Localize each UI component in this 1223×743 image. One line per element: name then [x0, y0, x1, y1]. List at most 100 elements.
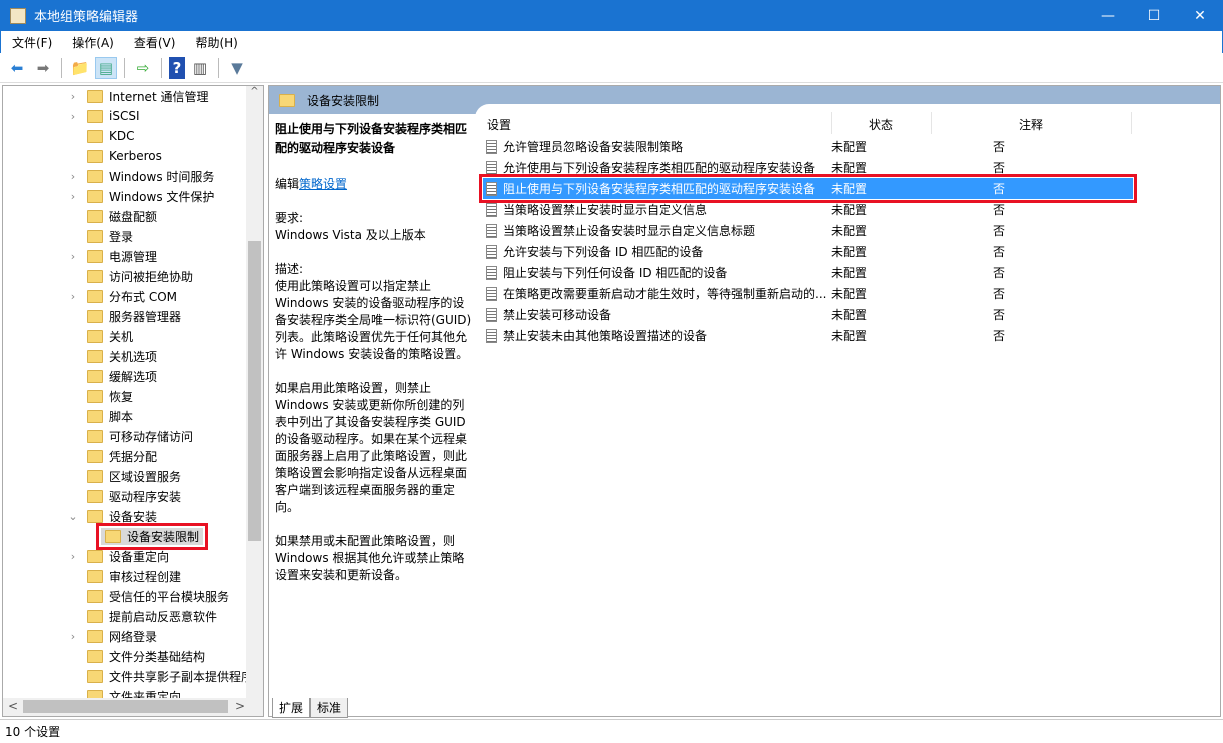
chevron-right-icon[interactable]: ›	[67, 290, 79, 303]
chevron-right-icon[interactable]: ›	[67, 110, 79, 123]
filter-icon[interactable]: ▼	[226, 57, 248, 79]
edit-label: 编辑	[275, 177, 300, 191]
back-icon[interactable]: ⬅	[6, 57, 28, 79]
chevron-down-icon[interactable]: ⌄	[67, 510, 79, 523]
tree-item[interactable]: 文件共享影子副本提供程序	[69, 666, 247, 686]
setting-name: 当策略设置禁止安装时显示自定义信息	[503, 203, 708, 217]
tree-item[interactable]: 访问被拒绝协助	[69, 266, 193, 286]
scrollbar-thumb[interactable]	[23, 700, 228, 713]
list-item[interactable]: 阻止安装与下列任何设备 ID 相匹配的设备 未配置 否	[483, 262, 1133, 283]
list-item[interactable]: 在策略更改需要重新启动才能生效时，等待强制重新启动的... 未配置 否	[483, 283, 1133, 304]
folder-icon	[87, 409, 103, 423]
tree-item-label: 凭据分配	[109, 449, 158, 464]
tree-item[interactable]: 文件夹重定向	[69, 686, 181, 698]
menu-action[interactable]: 操作(A)	[61, 34, 123, 51]
policy-setting-icon	[486, 307, 497, 322]
tree-item[interactable]: 提前启动反恶意软件	[69, 606, 217, 626]
tree-item[interactable]: 可移动存储访问	[69, 426, 193, 446]
close-button[interactable]: ✕	[1177, 0, 1223, 31]
maximize-button[interactable]: ☐	[1131, 0, 1177, 31]
toolbar: ⬅ ➡ 📁 ▤ ⇨ ? ▥ ▼	[0, 53, 1223, 83]
folder-icon	[87, 249, 103, 263]
tree-item[interactable]: 缓解选项	[69, 366, 157, 386]
tree-item[interactable]: 关机	[69, 326, 133, 346]
tree-item[interactable]: › 电源管理	[69, 246, 157, 266]
menu-view[interactable]: 查看(V)	[123, 34, 185, 51]
tree-item[interactable]: 凭据分配	[69, 446, 157, 466]
tree-item[interactable]: 设备安装限制	[95, 522, 209, 550]
setting-comment: 否	[993, 266, 1006, 280]
minimize-button[interactable]: —	[1085, 0, 1131, 31]
tree-item[interactable]: › Windows 时间服务	[69, 166, 214, 186]
tree-horizontal-scrollbar[interactable]: < >	[3, 698, 263, 716]
list-item[interactable]: 允许安装与下列设备 ID 相匹配的设备 未配置 否	[483, 241, 1133, 262]
column-header-setting[interactable]: 设置	[487, 112, 511, 136]
tree-item-label: 关机选项	[109, 349, 158, 364]
tree-item[interactable]: Kerberos	[69, 146, 162, 166]
chevron-right-icon[interactable]: ›	[67, 190, 79, 203]
chevron-right-icon[interactable]: ›	[67, 550, 79, 563]
description-label: 描述:	[275, 262, 304, 276]
tree-item[interactable]: 关机选项	[69, 346, 157, 366]
tree-item[interactable]: 区域设置服务	[69, 466, 181, 486]
tab-standard[interactable]: 标准	[310, 698, 349, 718]
list-item[interactable]: 禁止安装可移动设备 未配置 否	[483, 304, 1133, 325]
tree-item[interactable]: 审核过程创建	[69, 566, 181, 586]
tree-item[interactable]: 登录	[69, 226, 133, 246]
chevron-right-icon[interactable]: ›	[67, 630, 79, 643]
description-text: 如果启用此策略设置，则禁止 Windows 安装或更新你所创建的列表中列出了其设…	[275, 381, 468, 514]
help-icon[interactable]: ?	[169, 56, 185, 79]
show-hide-tree-icon[interactable]: ▤	[95, 56, 117, 79]
list-item[interactable]: 允许使用与下列设备安装程序类相匹配的驱动程序安装设备 未配置 否	[483, 157, 1133, 178]
column-header-comment[interactable]: 注释	[1019, 112, 1043, 136]
setting-comment: 否	[993, 140, 1006, 154]
tree-vertical-scrollbar[interactable]: ^	[246, 86, 263, 698]
tree-item[interactable]: KDC	[69, 126, 135, 146]
chevron-right-icon[interactable]: ›	[67, 250, 79, 263]
menu-help[interactable]: 帮助(H)	[184, 34, 246, 51]
tree-item[interactable]: › iSCSI	[69, 106, 140, 126]
forward-icon[interactable]: ➡	[32, 57, 54, 79]
tree-item-label: 网络登录	[109, 629, 158, 644]
tree-item[interactable]: 文件分类基础结构	[69, 646, 205, 666]
list-item[interactable]: 当策略设置禁止设备安装时显示自定义信息标题 未配置 否	[483, 220, 1133, 241]
tree-item-label: 可移动存储访问	[109, 429, 194, 444]
setting-state: 未配置	[831, 203, 868, 217]
chevron-right-icon[interactable]: ›	[67, 170, 79, 183]
tree-item[interactable]: › 分布式 COM	[69, 286, 177, 306]
setting-state: 未配置	[831, 140, 868, 154]
tree-item[interactable]: › Windows 文件保护	[69, 186, 214, 206]
tab-extended[interactable]: 扩展	[272, 698, 311, 718]
tree-item[interactable]: ⌄ 设备安装	[67, 506, 157, 526]
up-folder-icon[interactable]: 📁	[69, 57, 91, 79]
setting-name: 允许安装与下列设备 ID 相匹配的设备	[503, 245, 704, 259]
policy-setting-icon	[486, 181, 497, 196]
folder-icon	[87, 129, 103, 143]
chevron-right-icon[interactable]: ›	[67, 90, 79, 103]
tree-item[interactable]: 驱动程序安装	[69, 486, 181, 506]
list-item[interactable]: 允许管理员忽略设备安装限制策略 未配置 否	[483, 136, 1133, 157]
tree-item-label: 驱动程序安装	[109, 489, 182, 504]
show-action-pane-icon[interactable]: ▥	[189, 57, 211, 79]
column-header-state[interactable]: 状态	[869, 112, 893, 136]
tree-item[interactable]: 脚本	[69, 406, 133, 426]
menu-file[interactable]: 文件(F)	[1, 34, 61, 51]
export-list-icon[interactable]: ⇨	[132, 57, 154, 79]
tree-item[interactable]: 服务器管理器	[69, 306, 181, 326]
edit-policy-link[interactable]: 策略设置	[299, 177, 347, 191]
scrollbar-thumb[interactable]	[248, 241, 261, 541]
folder-icon	[87, 649, 103, 663]
list-item[interactable]: 禁止安装未由其他策略设置描述的设备 未配置 否	[483, 325, 1133, 346]
list-item[interactable]: 阻止使用与下列设备安装程序类相匹配的驱动程序安装设备 未配置 否	[479, 174, 1137, 203]
folder-icon	[87, 449, 103, 463]
tree-item[interactable]: 受信任的平台模块服务	[69, 586, 229, 606]
tree-item[interactable]: 恢复	[69, 386, 133, 406]
policy-setting-icon	[486, 244, 497, 259]
tree-item[interactable]: › 设备重定向	[69, 546, 169, 566]
tree-item[interactable]: › 网络登录	[69, 626, 157, 646]
setting-comment: 否	[993, 308, 1006, 322]
list-item[interactable]: 当策略设置禁止安装时显示自定义信息 未配置 否	[483, 199, 1133, 220]
folder-icon	[87, 589, 103, 603]
tree-item[interactable]: › Internet 通信管理	[69, 86, 208, 106]
tree-item[interactable]: 磁盘配额	[69, 206, 157, 226]
